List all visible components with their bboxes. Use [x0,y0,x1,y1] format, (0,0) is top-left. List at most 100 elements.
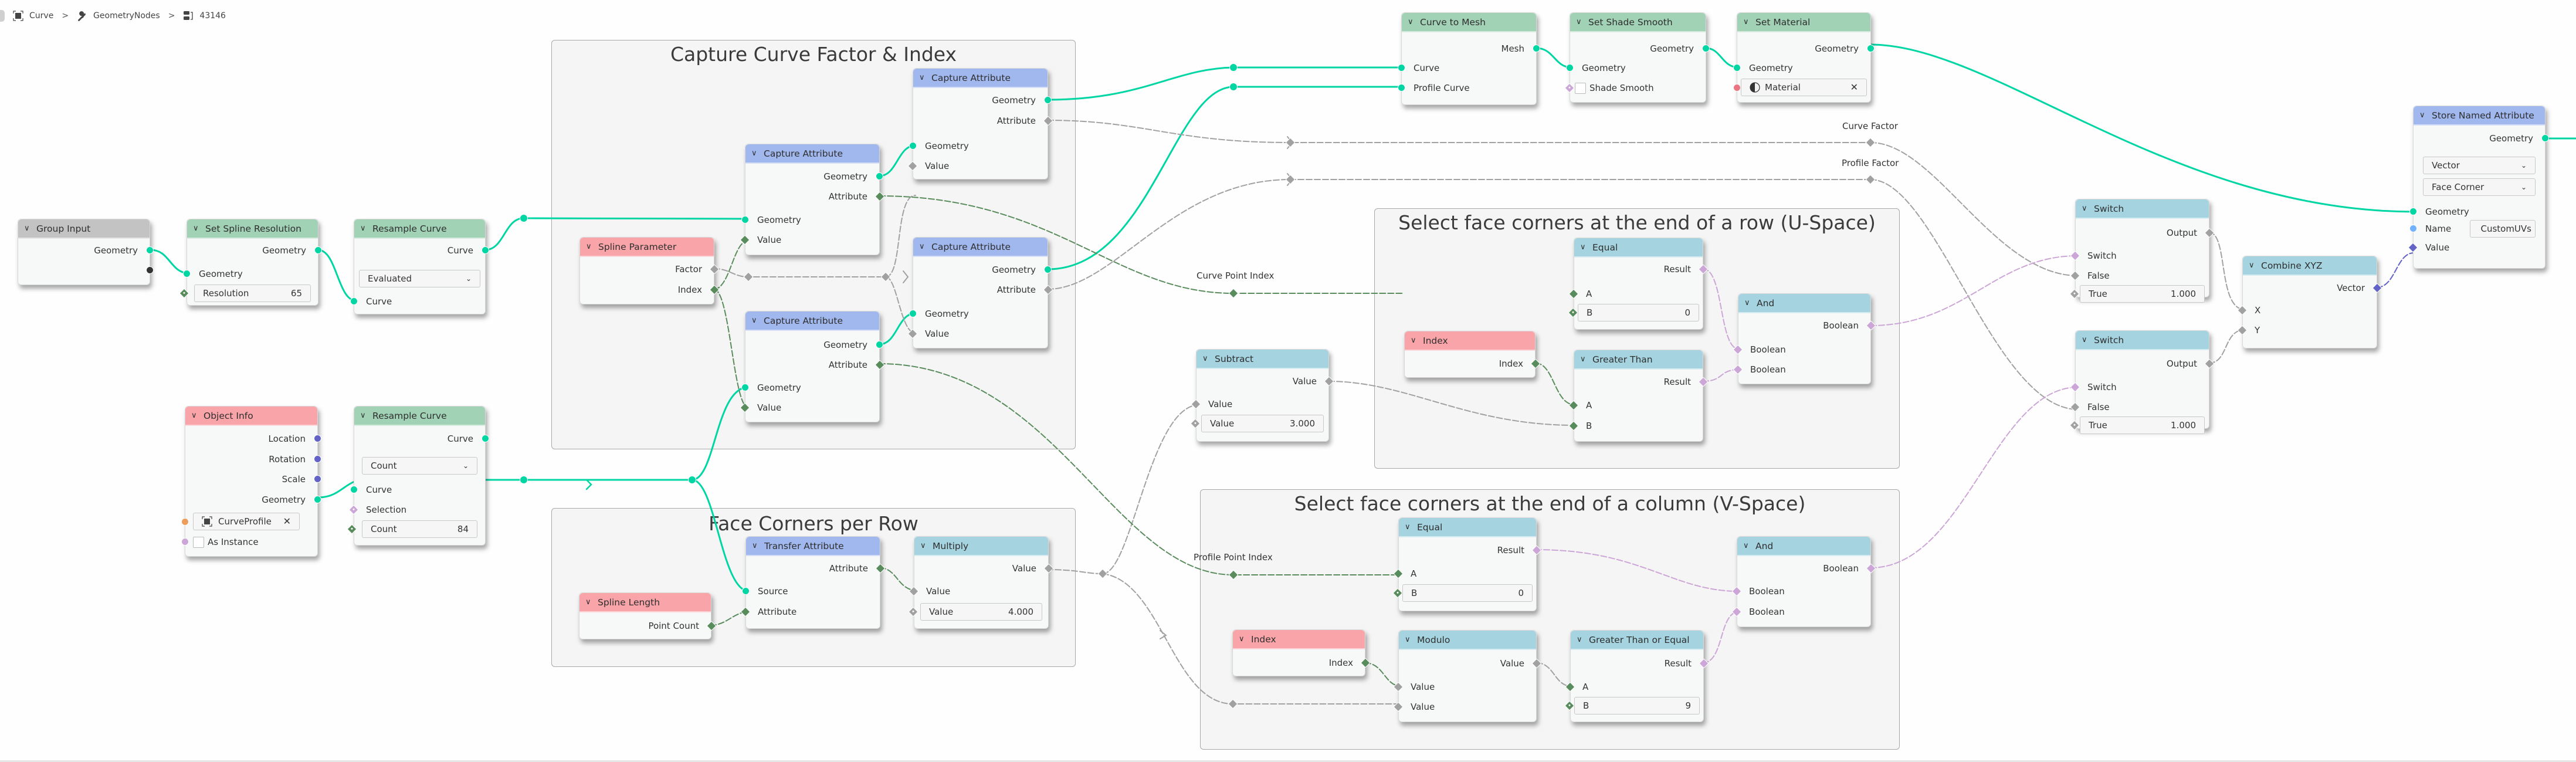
node-header[interactable]: ∨ And [1737,537,1870,556]
material-input-socket[interactable] [1733,84,1741,92]
geometry-output-socket[interactable] [314,246,322,254]
b-value-field[interactable]: B9 [1564,697,1700,714]
node-header[interactable]: ∨ Group Input [18,219,150,239]
shade-smooth-input-socket[interactable] [1564,83,1575,93]
collapse-chevron-icon[interactable]: ∨ [585,598,594,607]
value-input-socket[interactable] [2408,242,2418,253]
reroute-point[interactable] [1229,83,1238,91]
node-header[interactable]: ∨ Capture Attribute [745,311,879,331]
node-spline-parameter[interactable]: ∨ Spline Parameter Factor Index [579,237,720,304]
node-header[interactable]: ∨ Spline Length [579,593,711,612]
output-socket[interactable] [2204,228,2215,238]
collapse-chevron-icon[interactable]: ∨ [586,242,594,251]
node-store-named-attribute[interactable]: ∨ Store Named Attribute Geometry Vector ⌄ … [2408,106,2549,269]
empty-output-socket[interactable] [146,266,154,274]
node-group-input[interactable]: ∨ Group Input Geometry [18,219,154,285]
collapse-chevron-icon[interactable]: ∨ [1405,635,1413,644]
scale-output-socket[interactable] [314,475,321,483]
b-value-field[interactable]: B0 [1392,584,1533,602]
reroute-point[interactable] [1229,63,1238,72]
collapse-chevron-icon[interactable]: ∨ [1577,635,1585,644]
node-combine-xyz[interactable]: ∨ Combine XYZ Vector X Y [2237,256,2382,348]
node-header[interactable]: ∨ Modulo [1399,631,1536,650]
node-editor-canvas[interactable]: Curve > GeometryNodes > 43146 Capture Cu… [0,0,2576,762]
geometry-input-socket[interactable] [909,310,917,317]
geometry-output-socket[interactable] [876,341,883,348]
curve-input-socket[interactable] [1398,64,1405,72]
node-header[interactable]: ∨ Multiply [914,537,1048,556]
geometry-output-socket[interactable] [1044,96,1052,104]
collapse-chevron-icon[interactable]: ∨ [360,224,368,233]
geometry-output-socket[interactable] [1702,45,1710,52]
float-input-socket[interactable] [2069,420,2080,431]
node-header[interactable]: ∨ Set Shade Smooth [1570,13,1706,32]
reroute-point[interactable] [1097,568,1108,579]
geometry-input-socket[interactable] [2409,208,2417,215]
data-type-dropdown[interactable]: Vector ⌄ [2423,157,2536,174]
breadcrumb-item-object[interactable]: Curve [13,11,53,21]
node-header[interactable]: ∨ Set Spline Resolution [187,219,318,239]
node-equal[interactable]: ∨ Equal Result A B0 [1392,517,1542,611]
geometry-input-socket[interactable] [741,216,749,223]
node-header[interactable]: ∨ Set Material [1737,13,1870,32]
collapse-chevron-icon[interactable]: ∨ [1239,635,1247,644]
curve-output-socket[interactable] [482,435,489,442]
node-object-info[interactable]: ∨ Object Info Location Rotation Scale Geo… [181,406,321,557]
false-input-socket[interactable] [2070,270,2080,281]
collapse-chevron-icon[interactable]: ∨ [751,316,760,325]
reroute-point[interactable] [1865,174,1876,185]
mesh-output-socket[interactable] [1533,45,1540,52]
collapse-chevron-icon[interactable]: ∨ [1743,541,1751,550]
node-header[interactable]: ∨ Equal [1399,518,1536,537]
node-set-spline-resolution[interactable]: ∨ Set Spline Resolution Geometry Geometry… [179,219,322,306]
location-output-socket[interactable] [314,435,321,442]
node-capture-attribute[interactable]: ∨ Capture Attribute Geometry Attribute Ge… [907,68,1053,180]
collapse-chevron-icon[interactable]: ∨ [1576,18,1584,26]
geometry-output-socket[interactable] [314,496,321,503]
node-capture-attribute[interactable]: ∨ Capture Attribute Geometry Attribute Ge… [740,311,885,422]
node-header[interactable]: ∨ Greater Than or Equal [1571,631,1703,650]
collapse-chevron-icon[interactable]: ∨ [24,224,32,233]
value-input-socket[interactable] [1191,399,1201,409]
collapse-chevron-icon[interactable]: ∨ [752,541,760,550]
collapse-chevron-icon[interactable]: ∨ [1202,354,1211,363]
vector-output-socket[interactable] [2372,283,2382,293]
node-header[interactable]: ∨ Object Info [185,407,317,426]
reroute-point[interactable] [1285,137,1296,148]
node-greater-than-or-equal[interactable]: ∨ Greater Than or Equal Result A B9 [1564,630,1709,722]
y-input-socket[interactable] [2237,325,2248,336]
reroute-point[interactable] [1865,137,1876,148]
collapse-chevron-icon[interactable]: ∨ [1744,299,1753,307]
integer-input-socket[interactable] [179,288,189,299]
node-multiply[interactable]: ∨ Multiply Value Value Value 4.000 [908,536,1054,629]
collapse-chevron-icon[interactable]: ∨ [2082,336,2090,344]
node-header[interactable]: ∨ Resample Curve [354,219,485,239]
object-picker-field[interactable]: CurveProfile ✕ [181,513,300,530]
collapse-chevron-icon[interactable]: ∨ [1405,523,1413,531]
node-greater-than[interactable]: ∨ Greater Than Result A B [1568,350,1709,442]
x-input-socket[interactable] [2237,305,2248,316]
geometry-input-socket[interactable] [741,384,749,391]
geometry-input-socket[interactable] [183,270,191,277]
collapse-chevron-icon[interactable]: ∨ [751,149,760,158]
node-spline-length[interactable]: ∨ Spline Length Point Count [579,592,717,639]
sidebar-toggle-handle[interactable] [0,10,5,22]
node-header[interactable]: ∨ Index [1405,331,1535,351]
collapse-chevron-icon[interactable]: ∨ [1580,243,1588,252]
node-header[interactable]: ∨ Store Named Attribute [2414,106,2545,126]
collapse-chevron-icon[interactable]: ∨ [919,73,927,82]
domain-dropdown[interactable]: Face Corner ⌄ [2423,178,2536,196]
breadcrumb-item-node-tree[interactable]: 43146 [183,11,226,21]
rotation-output-socket[interactable] [314,455,321,463]
float-input-socket[interactable] [1190,418,1201,429]
reroute-point[interactable] [1228,288,1239,299]
mode-dropdown[interactable]: Count ⌄ [362,457,477,475]
reroute-point[interactable] [1285,174,1296,185]
node-resample-curve[interactable]: ∨ Resample Curve Curve Count ⌄ Curve Selec… [347,406,489,546]
node-switch[interactable]: ∨ Switch Output Switch False True 1.000 [2069,199,2215,303]
clear-x-icon[interactable]: ✕ [1850,79,1858,96]
reroute-point[interactable] [520,214,528,222]
reroute-point[interactable] [520,476,528,484]
node-and[interactable]: ∨ And Boolean Boolean Boolean [1733,293,1876,384]
node-set-shade-smooth[interactable]: ∨ Set Shade Smooth Geometry Geometry Shad… [1564,12,1710,103]
